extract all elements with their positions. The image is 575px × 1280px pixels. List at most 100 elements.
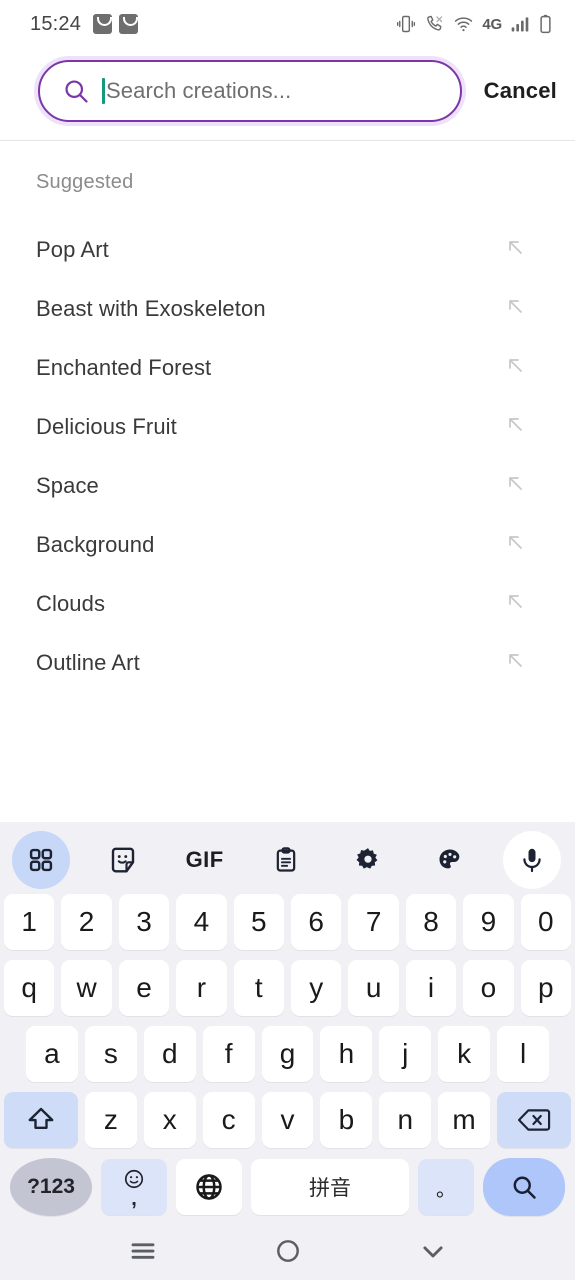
key-l[interactable]: l <box>497 1026 550 1082</box>
cancel-button[interactable]: Cancel <box>484 78 557 104</box>
suggestion-label: Pop Art <box>36 236 109 262</box>
keyboard-row-home: a s d f g h j k l <box>0 1026 575 1082</box>
key-j[interactable]: j <box>379 1026 432 1082</box>
key-2[interactable]: 2 <box>61 894 112 950</box>
emoji-comma-key[interactable]: , <box>101 1159 167 1215</box>
system-navigation-bar <box>0 1222 575 1280</box>
sticker-icon[interactable] <box>94 831 152 889</box>
arrow-up-left-icon[interactable] <box>503 471 527 500</box>
suggestion-item[interactable]: Clouds <box>0 574 575 633</box>
key-c[interactable]: c <box>202 1092 255 1148</box>
palette-icon[interactable] <box>421 831 479 889</box>
key-q[interactable]: q <box>3 960 55 1016</box>
period-key[interactable]: 。 <box>418 1159 474 1215</box>
symbols-key[interactable]: ?123 <box>10 1158 92 1216</box>
key-6[interactable]: 6 <box>291 894 342 950</box>
arrow-up-left-icon[interactable] <box>503 353 527 382</box>
key-r[interactable]: r <box>176 960 227 1016</box>
arrow-up-left-icon[interactable] <box>503 589 527 618</box>
signal-icon <box>511 17 529 32</box>
back-button[interactable] <box>406 1231 460 1271</box>
key-d[interactable]: d <box>143 1026 196 1082</box>
key-b[interactable]: b <box>320 1092 373 1148</box>
recents-button[interactable] <box>116 1231 170 1271</box>
key-n[interactable]: n <box>379 1092 432 1148</box>
suggestion-item[interactable]: Beast with Exoskeleton <box>0 279 575 338</box>
key-h[interactable]: h <box>320 1026 373 1082</box>
key-k[interactable]: k <box>438 1026 491 1082</box>
suggestion-label: Background <box>36 531 155 557</box>
suggestion-label: Beast with Exoskeleton <box>36 295 266 321</box>
keyboard-row-function: ?123 , 拼音 。 <box>0 1158 575 1216</box>
gif-icon[interactable]: GIF <box>176 831 234 889</box>
suggestion-label: Space <box>36 472 99 498</box>
suggestion-label: Delicious Fruit <box>36 413 177 439</box>
key-g[interactable]: g <box>261 1026 314 1082</box>
suggestion-item[interactable]: Outline Art <box>0 633 575 692</box>
battery-icon <box>540 14 551 33</box>
key-7[interactable]: 7 <box>348 894 399 950</box>
status-bar-system-icons: 4G <box>396 14 553 35</box>
status-bar: 15:24 4G <box>0 0 575 48</box>
space-key[interactable]: 拼音 <box>251 1159 409 1215</box>
arrow-up-left-icon[interactable] <box>503 530 527 559</box>
key-3[interactable]: 3 <box>118 894 170 950</box>
clipboard-icon[interactable] <box>257 831 315 889</box>
microphone-icon[interactable] <box>502 831 561 889</box>
key-0[interactable]: 0 <box>520 894 572 950</box>
key-w[interactable]: w <box>61 960 112 1016</box>
key-u[interactable]: u <box>348 960 399 1016</box>
key-a[interactable]: a <box>26 1026 78 1082</box>
search-icon <box>513 1176 536 1199</box>
keyboard-row-zxcv: z x c v b n m <box>0 1092 575 1148</box>
shopping-bag-notification-icon <box>119 14 139 34</box>
key-5[interactable]: 5 <box>233 894 284 950</box>
suggestions-header: Suggested <box>36 171 134 193</box>
key-t[interactable]: t <box>233 960 284 1016</box>
key-4[interactable]: 4 <box>176 894 227 950</box>
menu-icon <box>131 1243 154 1259</box>
suggestion-label: Outline Art <box>36 649 140 675</box>
suggestion-item[interactable]: Enchanted Forest <box>0 338 575 397</box>
key-v[interactable]: v <box>261 1092 314 1148</box>
arrow-up-left-icon[interactable] <box>503 648 527 677</box>
suggestion-item[interactable]: Space <box>0 456 575 515</box>
search-input[interactable]: Search creations... <box>38 60 462 122</box>
key-o[interactable]: o <box>463 960 514 1016</box>
key-z[interactable]: z <box>85 1092 137 1148</box>
gear-icon[interactable] <box>339 831 397 889</box>
suggestion-label: Clouds <box>36 590 106 616</box>
search-enter-key[interactable] <box>483 1158 565 1216</box>
text-cursor <box>102 78 105 104</box>
shift-key[interactable] <box>4 1092 78 1148</box>
key-e[interactable]: e <box>118 960 170 1016</box>
key-i[interactable]: i <box>405 960 457 1016</box>
key-y[interactable]: y <box>291 960 342 1016</box>
backspace-key[interactable] <box>497 1092 572 1148</box>
grid-icon[interactable] <box>12 831 70 889</box>
suggestion-item[interactable]: Delicious Fruit <box>0 397 575 456</box>
key-1[interactable]: 1 <box>3 894 55 950</box>
shift-icon <box>28 1107 54 1129</box>
arrow-up-left-icon[interactable] <box>503 294 527 323</box>
language-switch-key[interactable] <box>176 1159 242 1215</box>
globe-icon <box>196 1174 222 1200</box>
key-8[interactable]: 8 <box>405 894 457 950</box>
key-s[interactable]: s <box>84 1026 137 1082</box>
wifi-icon <box>455 17 473 32</box>
key-p[interactable]: p <box>520 960 572 1016</box>
key-f[interactable]: f <box>202 1026 255 1082</box>
vibrate-icon <box>397 15 416 33</box>
search-header: Search creations... Cancel <box>0 48 575 140</box>
arrow-up-left-icon[interactable] <box>503 235 527 264</box>
arrow-up-left-icon[interactable] <box>503 412 527 441</box>
key-m[interactable]: m <box>438 1092 491 1148</box>
key-9[interactable]: 9 <box>463 894 514 950</box>
circle-icon <box>276 1240 299 1262</box>
suggestion-item[interactable]: Background <box>0 515 575 574</box>
key-x[interactable]: x <box>143 1092 196 1148</box>
status-bar-clock: 15:24 <box>30 12 82 35</box>
gif-label: GIF <box>185 847 224 872</box>
suggestion-item[interactable]: Pop Art <box>0 220 575 279</box>
home-button[interactable] <box>261 1231 315 1271</box>
